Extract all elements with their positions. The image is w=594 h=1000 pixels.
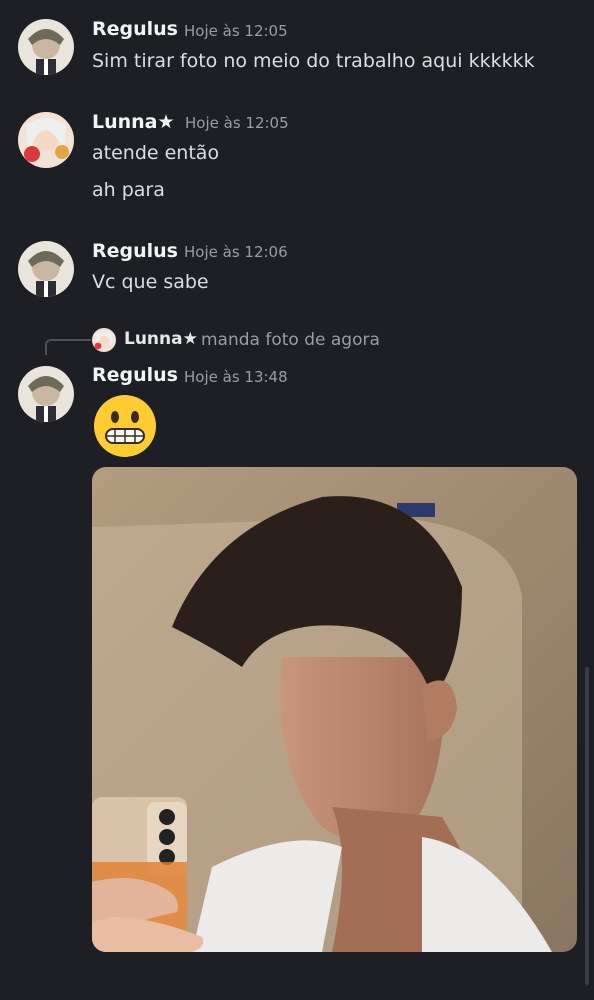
author-name[interactable]: Regulus	[92, 364, 178, 386]
reply-author[interactable]: Lunna★	[124, 329, 198, 349]
reply-preview-text[interactable]: manda foto de agora	[201, 330, 380, 350]
author-name[interactable]: Regulus	[92, 240, 178, 262]
message-text: Sim tirar foto no meio do trabalho aqui …	[92, 50, 535, 72]
timestamp: Hoje às 12:06	[184, 243, 288, 261]
reply-connector	[45, 339, 91, 355]
reply-avatar[interactable]	[92, 328, 116, 352]
image-attachment[interactable]	[92, 467, 577, 952]
scrollbar[interactable]	[585, 667, 589, 985]
message-text: Vc que sabe	[92, 271, 209, 293]
avatar-regulus[interactable]	[18, 19, 74, 75]
author-name[interactable]: Lunna★	[92, 111, 175, 133]
avatar-regulus[interactable]	[18, 241, 74, 297]
avatar-regulus[interactable]	[18, 366, 74, 422]
avatar-lunna[interactable]	[18, 112, 74, 168]
grimacing-face-emoji-icon	[92, 393, 158, 459]
timestamp: Hoje às 12:05	[184, 22, 288, 40]
author-name[interactable]: Regulus	[92, 18, 178, 40]
timestamp: Hoje às 13:48	[184, 368, 288, 386]
timestamp: Hoje às 12:05	[185, 114, 289, 132]
message-text: atende então	[92, 142, 220, 164]
message-text: ah para	[92, 179, 165, 201]
